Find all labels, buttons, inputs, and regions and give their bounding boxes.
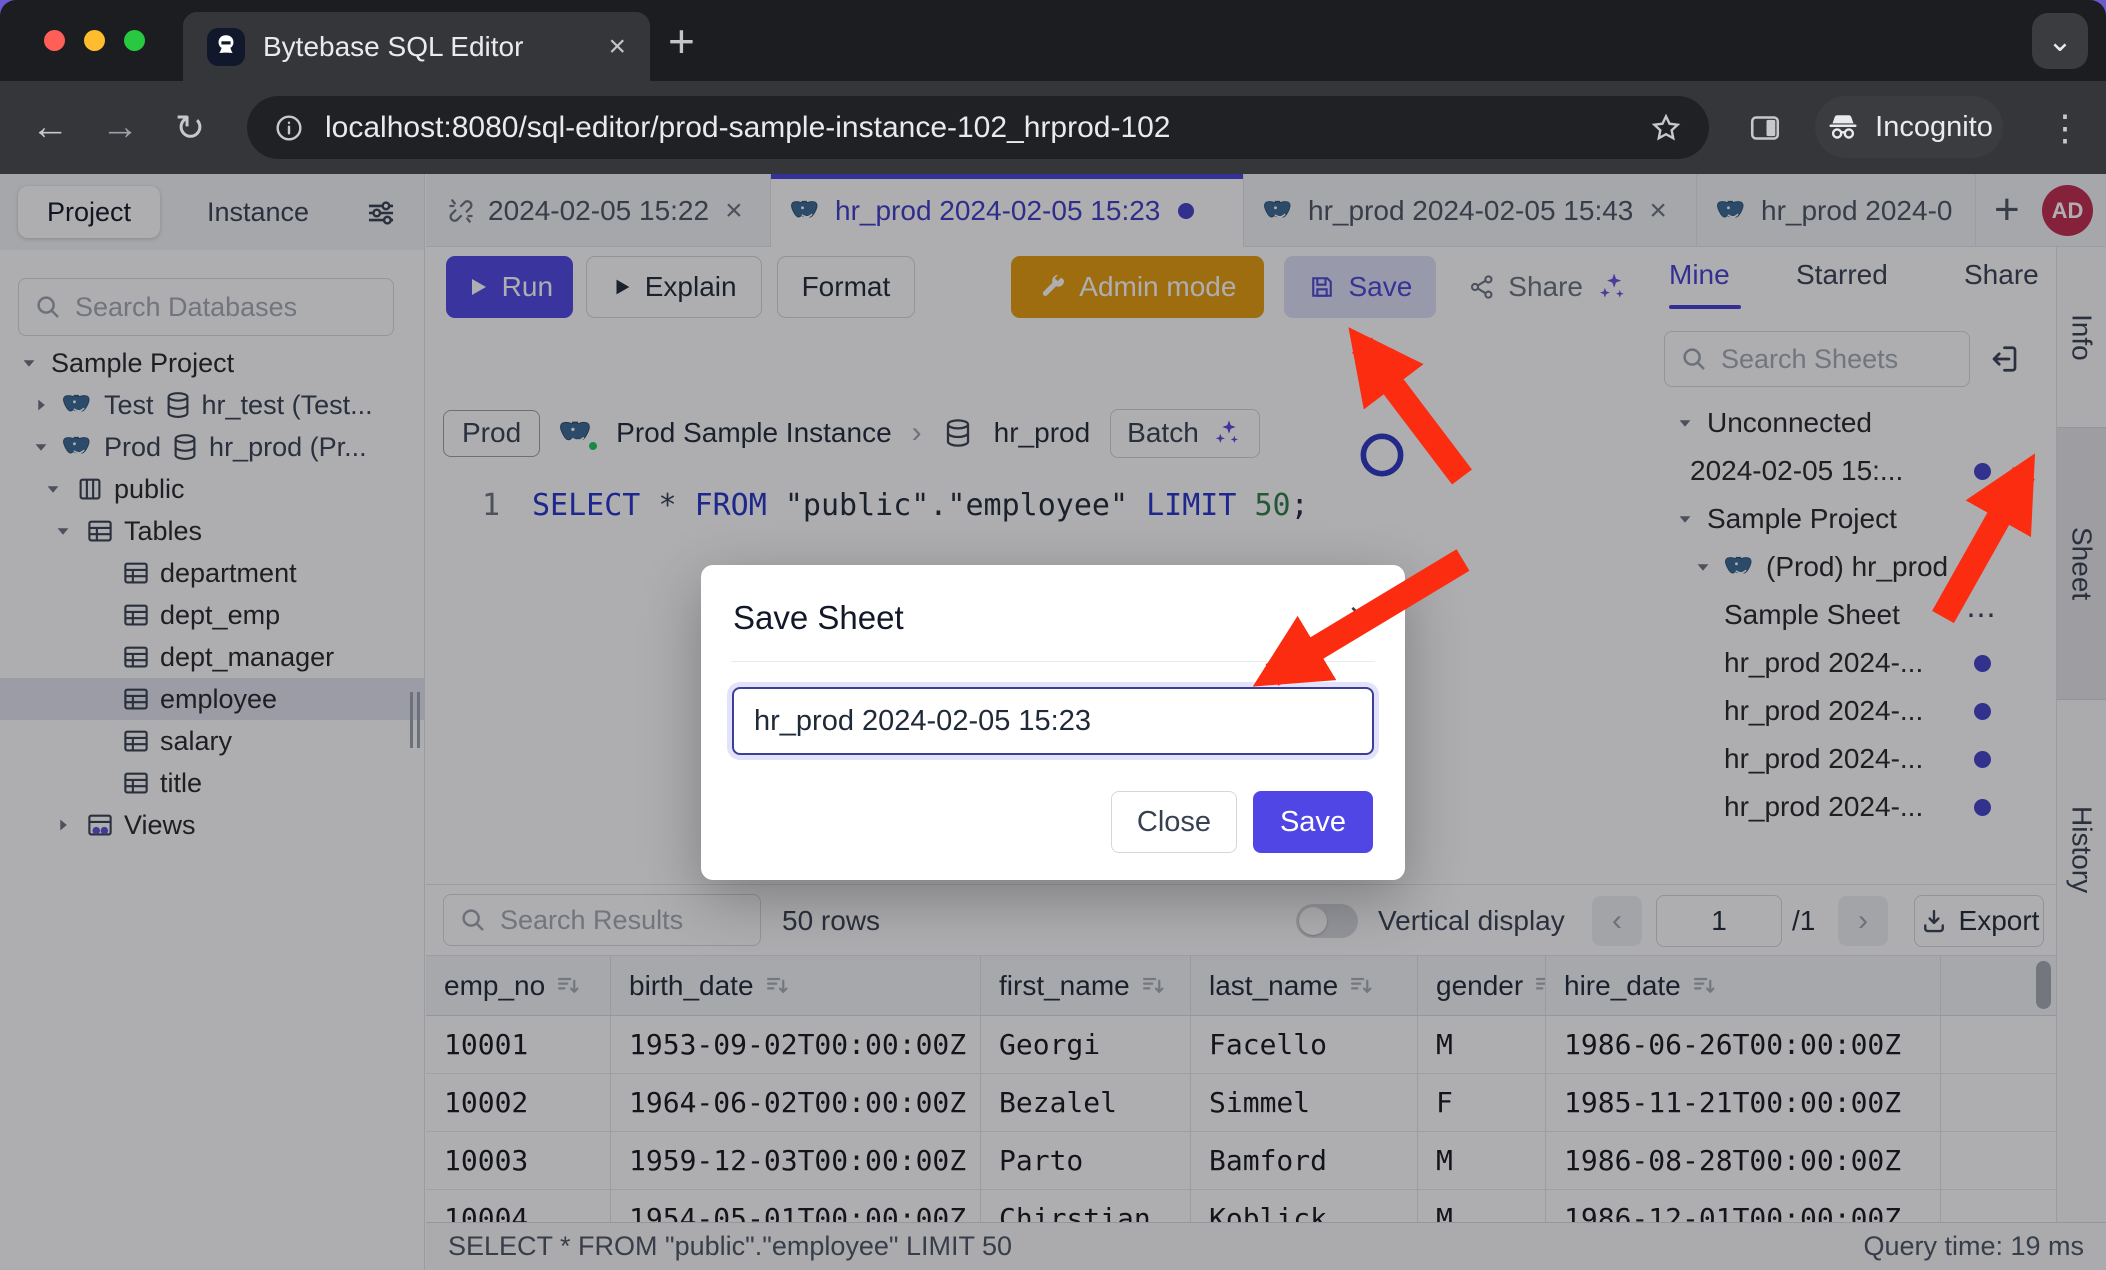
- tab-search-chevron-button[interactable]: ⌄: [2032, 13, 2088, 69]
- tab-close-icon[interactable]: ×: [608, 30, 626, 64]
- window-minimize-button[interactable]: [84, 30, 105, 51]
- browser-tab-strip: Bytebase SQL Editor × + ⌄: [0, 0, 2106, 81]
- browser-tab[interactable]: Bytebase SQL Editor ×: [183, 12, 650, 81]
- reload-button[interactable]: ↻: [166, 81, 214, 174]
- sheet-name-input[interactable]: [732, 687, 1374, 755]
- browser-menu-kebab-icon[interactable]: ⋮: [2040, 81, 2090, 174]
- dialog-save-button[interactable]: Save: [1253, 791, 1373, 853]
- bookmark-star-icon[interactable]: [1649, 111, 1683, 145]
- new-tab-button[interactable]: +: [668, 14, 695, 68]
- forward-button[interactable]: →: [96, 81, 144, 174]
- dialog-divider: [731, 661, 1375, 662]
- window-zoom-button[interactable]: [124, 30, 145, 51]
- incognito-icon: [1825, 109, 1861, 145]
- bytebase-favicon-icon: [207, 28, 245, 66]
- url-text: localhost:8080/sql-editor/prod-sample-in…: [325, 111, 1629, 145]
- side-panel-icon[interactable]: [1740, 81, 1790, 174]
- site-info-icon[interactable]: [273, 112, 305, 144]
- browser-chrome: Bytebase SQL Editor × + ⌄ ← → ↻ localhos…: [0, 0, 2106, 174]
- screenshot-root: Bytebase SQL Editor × + ⌄ ← → ↻ localhos…: [0, 0, 2106, 1270]
- dialog-close-button[interactable]: Close: [1111, 791, 1237, 853]
- back-button[interactable]: ←: [26, 81, 74, 174]
- incognito-badge: Incognito: [1815, 96, 2003, 158]
- dialog-title: Save Sheet: [733, 599, 904, 637]
- address-bar[interactable]: localhost:8080/sql-editor/prod-sample-in…: [247, 96, 1709, 159]
- browser-tab-title: Bytebase SQL Editor: [263, 31, 590, 63]
- incognito-label: Incognito: [1875, 111, 1993, 144]
- browser-navbar: ← → ↻ localhost:8080/sql-editor/prod-sam…: [0, 81, 2106, 174]
- save-sheet-dialog: Save Sheet × Close Save: [701, 565, 1405, 880]
- dialog-close-icon[interactable]: ×: [1349, 595, 1371, 638]
- window-close-button[interactable]: [44, 30, 65, 51]
